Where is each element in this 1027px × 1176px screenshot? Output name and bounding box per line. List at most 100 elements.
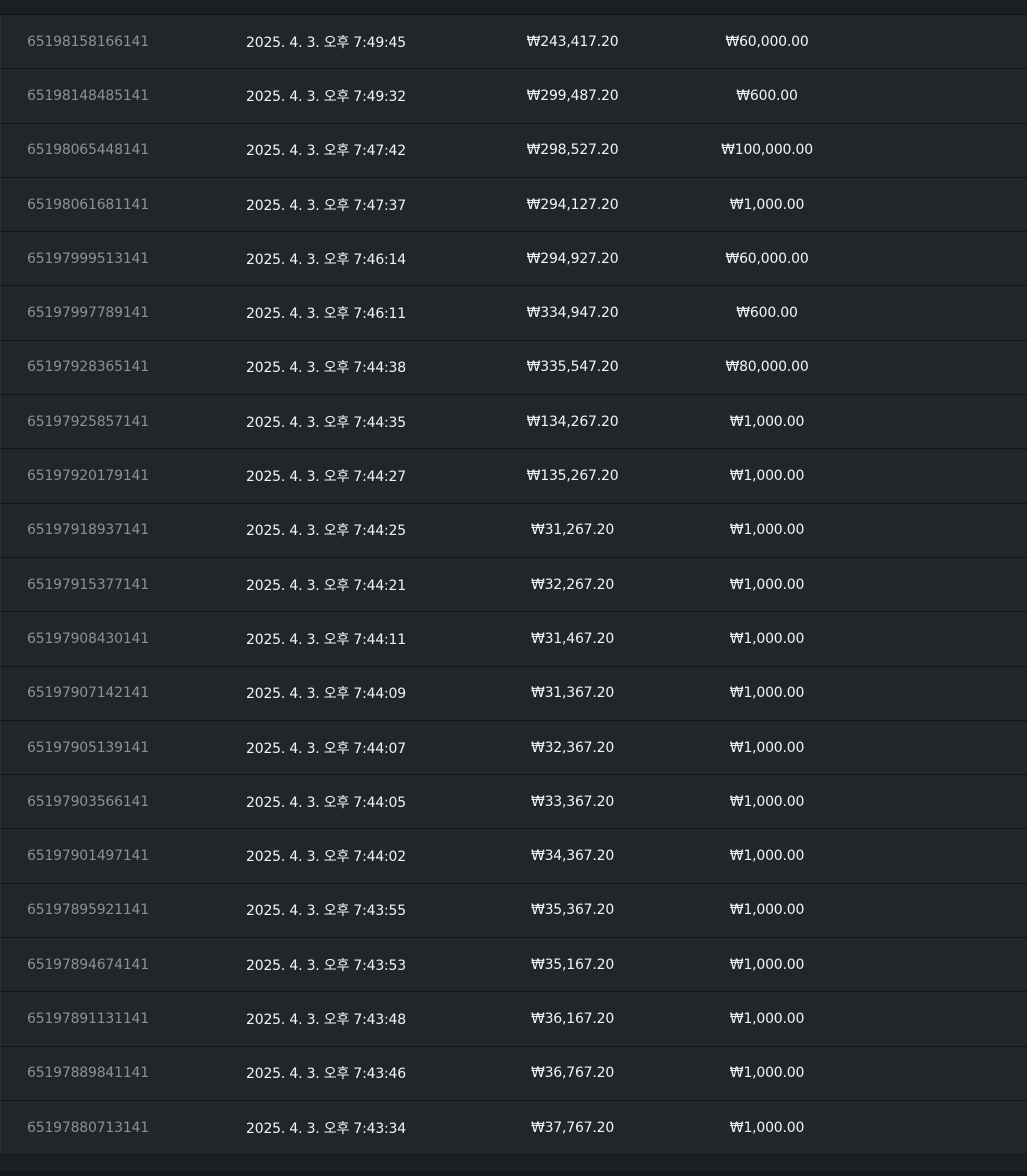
balance-cell: ₩34,367.20 [530,848,615,865]
result-cell: ₩ [881,721,1027,774]
table-row[interactable]: 65197907142141 2025. 4. 3. 오후 7:44:09 ₩31,… [0,666,1027,721]
table-row[interactable]: 65197889841141 2025. 4. 3. 오후 7:43:46 ₩36,… [0,1046,1027,1101]
amount-cell: ₩60,000.00 [725,250,809,267]
result-cell: ₩ [881,775,1027,828]
order-id-cell: 65197903566141 [27,793,149,810]
result-cell: ₩3,93 [881,15,1027,68]
table-row[interactable]: 65197915377141 2025. 4. 3. 오후 7:44:21 ₩32,… [0,557,1027,613]
order-id-cell: 65197908430141 [27,630,149,647]
order-id-cell: 65197915377141 [27,576,149,593]
table-row[interactable]: 65197891131141 2025. 4. 3. 오후 7:43:48 ₩36,… [0,992,1027,1047]
timestamp-cell: 2025. 4. 3. 오후 7:43:46 [246,1066,406,1083]
amount-cell: ₩1,000.00 [729,576,805,593]
result-cell: ₩1,10 [881,612,1027,665]
balance-cell: ₩35,367.20 [530,902,615,919]
table-row[interactable]: 65197880713141 2025. 4. 3. 오후 7:43:34 ₩37,… [0,1100,1027,1156]
order-id-cell: 65197925857141 [27,413,149,430]
table-row[interactable]: 65197918937141 2025. 4. 3. 오후 7:44:25 ₩31,… [0,503,1027,558]
order-id-cell: 65197907142141 [27,685,149,702]
result-cell: ₩ [881,1047,1027,1100]
timestamp-cell: 2025. 4. 3. 오후 7:49:32 [246,88,406,105]
timestamp-cell: 2025. 4. 3. 오후 7:47:42 [246,143,406,160]
table-row[interactable]: 65198148485141 2025. 4. 3. 오후 7:49:32 ₩299… [0,69,1027,124]
result-cell: ₩ [881,504,1027,557]
balance-cell: ₩294,927.20 [526,250,619,267]
timestamp-cell: 2025. 4. 3. 오후 7:44:02 [246,849,406,866]
timestamp-cell: 2025. 4. 3. 오후 7:44:09 [246,686,406,703]
table-row[interactable]: 65198061681141 2025. 4. 3. 오후 7:47:37 ₩294… [0,177,1027,233]
timestamp-cell: 2025. 4. 3. 오후 7:44:05 [246,794,406,811]
result-cell: ₩104,40 [881,124,1027,177]
table-row[interactable]: 65197908430141 2025. 4. 3. 오후 7:44:11 ₩31,… [0,612,1027,667]
result-cell: ₩2,30 [881,1101,1027,1154]
timestamp-cell: 2025. 4. 3. 오후 7:44:27 [246,469,406,486]
table-row[interactable]: 65197999513141 2025. 4. 3. 오후 7:46:14 ₩294… [0,232,1027,287]
timestamp-cell: 2025. 4. 3. 오후 7:46:11 [246,306,406,323]
result-cell: ₩1,80 [881,558,1027,611]
table-row[interactable]: 65197901497141 2025. 4. 3. 오후 7:44:02 ₩34,… [0,829,1027,884]
timestamp-cell: 2025. 4. 3. 오후 7:44:11 [246,631,406,648]
table-row[interactable]: 65198065448141 2025. 4. 3. 오후 7:47:42 ₩298… [0,123,1027,178]
balance-cell: ₩31,367.20 [530,685,615,702]
result-cell: ₩ [881,286,1027,339]
order-id-cell: 65197895921141 [27,902,149,919]
result-cell: ₩ [881,667,1027,720]
balance-cell: ₩35,167.20 [530,956,615,973]
order-id-cell: 65197918937141 [27,522,149,539]
table-row[interactable]: 65197905139141 2025. 4. 3. 오후 7:44:07 ₩32,… [0,720,1027,776]
amount-cell: ₩80,000.00 [725,359,809,376]
result-cell: ₩1,56 [881,69,1027,122]
amount-cell: ₩1,000.00 [729,1119,805,1136]
timestamp-cell: 2025. 4. 3. 오후 7:44:25 [246,523,406,540]
order-id-cell: 65197901497141 [27,848,149,865]
amount-cell: ₩1,000.00 [729,848,805,865]
table-row[interactable]: 65197894674141 2025. 4. 3. 오후 7:43:53 ₩35,… [0,938,1027,993]
amount-cell: ₩1,000.00 [729,196,805,213]
table-header-strip [0,0,1027,15]
amount-cell: ₩1,000.00 [729,468,805,485]
table-row[interactable]: 65197928365141 2025. 4. 3. 오후 7:44:38 ₩335… [0,340,1027,396]
order-id-cell: 65197889841141 [27,1065,149,1082]
amount-cell: ₩1,000.00 [729,522,805,539]
balance-cell: ₩31,267.20 [530,522,615,539]
order-id-cell: 65198148485141 [27,87,149,104]
balance-cell: ₩134,267.20 [526,413,619,430]
balance-cell: ₩298,527.20 [526,142,619,159]
order-id-cell: 65197891131141 [27,1010,149,1027]
order-id-cell: 65198158166141 [27,33,149,50]
balance-cell: ₩36,767.20 [530,1065,615,1082]
result-cell: ₩40 [881,992,1027,1045]
balance-cell: ₩334,947.20 [526,305,619,322]
amount-cell: ₩1,000.00 [729,1065,805,1082]
order-id-cell: 65197894674141 [27,956,149,973]
table-row[interactable]: 65198158166141 2025. 4. 3. 오후 7:49:45 ₩243… [0,15,1027,70]
order-id-cell: 65198065448141 [27,142,149,159]
order-id-cell: 65197920179141 [27,468,149,485]
timestamp-cell: 2025. 4. 3. 오후 7:44:35 [246,414,406,431]
balance-cell: ₩243,417.20 [526,33,619,50]
timestamp-cell: 2025. 4. 3. 오후 7:44:07 [246,740,406,757]
amount-cell: ₩1,000.00 [729,630,805,647]
balance-cell: ₩294,127.20 [526,196,619,213]
order-id-cell: 65197997789141 [27,305,149,322]
table-row[interactable]: 65197997789141 2025. 4. 3. 오후 7:46:11 ₩334… [0,286,1027,341]
table-row[interactable]: 65197895921141 2025. 4. 3. 오후 7:43:55 ₩35,… [0,883,1027,939]
amount-cell: ₩600.00 [736,87,798,104]
balance-cell: ₩32,367.20 [530,739,615,756]
result-cell: ₩20 [881,178,1027,231]
amount-cell: ₩1,000.00 [729,793,805,810]
order-id-cell: 65198061681141 [27,196,149,213]
table-row[interactable]: 65197903566141 2025. 4. 3. 오후 7:44:05 ₩33,… [0,775,1027,830]
amount-cell: ₩1,000.00 [729,413,805,430]
amount-cell: ₩1,000.00 [729,902,805,919]
table-row[interactable]: 65197920179141 2025. 4. 3. 오후 7:44:27 ₩135… [0,449,1027,504]
result-cell: ₩19,98 [881,232,1027,285]
table-row[interactable]: 65197925857141 2025. 4. 3. 오후 7:44:35 ₩134… [0,395,1027,450]
amount-cell: ₩1,000.00 [729,956,805,973]
result-cell: ₩281,28 [881,341,1027,394]
table-bottom-edge [0,1171,1027,1176]
balance-cell: ₩37,767.20 [530,1119,615,1136]
result-cell: ₩105,00 [881,449,1027,502]
order-id-cell: 65197880713141 [27,1119,149,1136]
result-cell: ₩ [881,829,1027,882]
